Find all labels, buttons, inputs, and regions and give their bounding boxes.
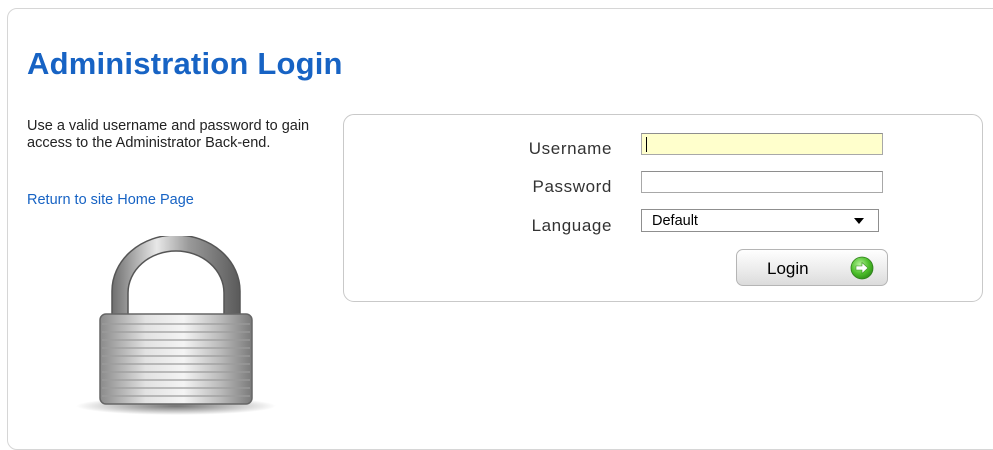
text-caret <box>646 137 647 152</box>
padlock-icon <box>76 236 276 415</box>
login-button[interactable]: Login <box>736 249 888 286</box>
username-label: Username <box>528 139 612 158</box>
return-home-link[interactable]: Return to site Home Page <box>27 192 194 208</box>
language-selected-value: Default <box>652 213 698 229</box>
chevron-down-icon <box>854 218 864 224</box>
language-label: Language <box>531 216 612 235</box>
password-input[interactable] <box>641 171 883 193</box>
green-arrow-circle-icon <box>850 256 874 280</box>
password-label: Password <box>532 177 612 196</box>
login-button-label: Login <box>767 259 809 278</box>
username-input[interactable] <box>641 133 883 155</box>
login-description: Use a valid username and password to gai… <box>27 118 310 151</box>
language-select[interactable]: Default <box>641 209 879 232</box>
page-title: Administration Login <box>27 46 343 81</box>
